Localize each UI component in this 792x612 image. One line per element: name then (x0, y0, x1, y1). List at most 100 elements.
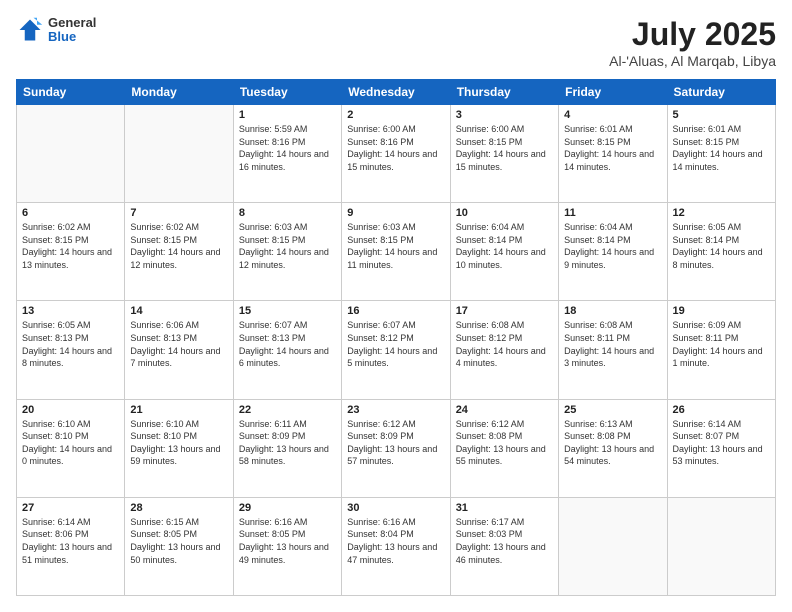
day-info: Sunrise: 6:02 AM Sunset: 8:15 PM Dayligh… (130, 221, 227, 271)
day-number: 5 (673, 109, 770, 121)
calendar-day-cell: 11 Sunrise: 6:04 AM Sunset: 8:14 PM Dayli… (559, 203, 667, 301)
day-number: 29 (239, 502, 336, 514)
month-year-title: July 2025 (609, 16, 776, 53)
calendar-day-cell: 10Sunrise: 6:04 AM Sunset: 8:14 PM Dayli… (450, 203, 558, 301)
calendar-header-cell: Friday (559, 80, 667, 105)
calendar-week-row: 20 Sunrise: 6:10 AM Sunset: 8:10 PM Dayli… (17, 399, 776, 497)
calendar-week-row: 1Sunrise: 5:59 AM Sunset: 8:16 PM Daylig… (17, 105, 776, 203)
day-info: Sunrise: 6:16 AM Sunset: 8:04 PM Dayligh… (347, 516, 444, 566)
calendar-header-row: SundayMondayTuesdayWednesdayThursdayFrid… (17, 80, 776, 105)
calendar-day-cell: 30 Sunrise: 6:16 AM Sunset: 8:04 PM Dayli… (342, 497, 450, 595)
day-number: 14 (130, 305, 227, 317)
day-info: Sunrise: 6:03 AM Sunset: 8:15 PM Dayligh… (239, 221, 336, 271)
calendar-body: 1Sunrise: 5:59 AM Sunset: 8:16 PM Daylig… (17, 105, 776, 596)
day-number: 28 (130, 502, 227, 514)
day-info: Sunrise: 6:17 AM Sunset: 8:03 PM Dayligh… (456, 516, 553, 566)
calendar-day-cell: 25 Sunrise: 6:13 AM Sunset: 8:08 PM Dayli… (559, 399, 667, 497)
day-info: Sunrise: 6:09 AM Sunset: 8:11 PM Dayligh… (673, 319, 770, 369)
calendar-table: SundayMondayTuesdayWednesdayThursdayFrid… (16, 79, 776, 596)
day-number: 8 (239, 207, 336, 219)
calendar-day-cell: 14 Sunrise: 6:06 AM Sunset: 8:13 PM Dayli… (125, 301, 233, 399)
day-number: 7 (130, 207, 227, 219)
day-number: 22 (239, 404, 336, 416)
calendar-day-cell: 31 Sunrise: 6:17 AM Sunset: 8:03 PM Dayli… (450, 497, 558, 595)
calendar-day-cell: 17 Sunrise: 6:08 AM Sunset: 8:12 PM Dayli… (450, 301, 558, 399)
day-info: Sunrise: 6:04 AM Sunset: 8:14 PM Dayligh… (456, 221, 553, 271)
day-number: 27 (22, 502, 119, 514)
day-info: Sunrise: 6:07 AM Sunset: 8:12 PM Dayligh… (347, 319, 444, 369)
calendar-day-cell: 1Sunrise: 5:59 AM Sunset: 8:16 PM Daylig… (233, 105, 341, 203)
day-number: 30 (347, 502, 444, 514)
day-number: 4 (564, 109, 661, 121)
day-info: Sunrise: 6:02 AM Sunset: 8:15 PM Dayligh… (22, 221, 119, 271)
day-info: Sunrise: 6:14 AM Sunset: 8:06 PM Dayligh… (22, 516, 119, 566)
calendar-day-cell: 9Sunrise: 6:03 AM Sunset: 8:15 PM Daylig… (342, 203, 450, 301)
calendar-header-cell: Thursday (450, 80, 558, 105)
calendar-header-cell: Sunday (17, 80, 125, 105)
day-number: 19 (673, 305, 770, 317)
location-subtitle: Al-'Aluas, Al Marqab, Libya (609, 53, 776, 69)
calendar-day-cell: 3 Sunrise: 6:00 AM Sunset: 8:15 PM Daylig… (450, 105, 558, 203)
calendar-header-cell: Wednesday (342, 80, 450, 105)
day-info: Sunrise: 6:01 AM Sunset: 8:15 PM Dayligh… (673, 123, 770, 173)
day-info: Sunrise: 6:01 AM Sunset: 8:15 PM Dayligh… (564, 123, 661, 173)
day-info: Sunrise: 6:13 AM Sunset: 8:08 PM Dayligh… (564, 418, 661, 468)
day-info: Sunrise: 6:08 AM Sunset: 8:12 PM Dayligh… (456, 319, 553, 369)
day-info: Sunrise: 6:12 AM Sunset: 8:09 PM Dayligh… (347, 418, 444, 468)
day-info: Sunrise: 6:11 AM Sunset: 8:09 PM Dayligh… (239, 418, 336, 468)
logo-text: General Blue (48, 16, 96, 45)
calendar-week-row: 6Sunrise: 6:02 AM Sunset: 8:15 PM Daylig… (17, 203, 776, 301)
calendar-header-cell: Saturday (667, 80, 775, 105)
day-info: Sunrise: 6:06 AM Sunset: 8:13 PM Dayligh… (130, 319, 227, 369)
calendar-day-cell: 7 Sunrise: 6:02 AM Sunset: 8:15 PM Daylig… (125, 203, 233, 301)
day-info: Sunrise: 6:10 AM Sunset: 8:10 PM Dayligh… (130, 418, 227, 468)
calendar-day-cell: 13 Sunrise: 6:05 AM Sunset: 8:13 PM Dayli… (17, 301, 125, 399)
day-number: 15 (239, 305, 336, 317)
calendar-day-cell: 24 Sunrise: 6:12 AM Sunset: 8:08 PM Dayli… (450, 399, 558, 497)
calendar-day-cell: 15Sunrise: 6:07 AM Sunset: 8:13 PM Dayli… (233, 301, 341, 399)
day-info: Sunrise: 6:14 AM Sunset: 8:07 PM Dayligh… (673, 418, 770, 468)
day-number: 24 (456, 404, 553, 416)
calendar-header-cell: Tuesday (233, 80, 341, 105)
day-number: 21 (130, 404, 227, 416)
calendar-day-cell: 22 Sunrise: 6:11 AM Sunset: 8:09 PM Dayli… (233, 399, 341, 497)
day-number: 20 (22, 404, 119, 416)
day-number: 16 (347, 305, 444, 317)
title-block: July 2025 Al-'Aluas, Al Marqab, Libya (609, 16, 776, 69)
day-info: Sunrise: 6:05 AM Sunset: 8:13 PM Dayligh… (22, 319, 119, 369)
day-number: 11 (564, 207, 661, 219)
logo: General Blue (16, 16, 96, 45)
day-number: 17 (456, 305, 553, 317)
day-number: 26 (673, 404, 770, 416)
day-info: Sunrise: 5:59 AM Sunset: 8:16 PM Dayligh… (239, 123, 336, 173)
day-info: Sunrise: 6:05 AM Sunset: 8:14 PM Dayligh… (673, 221, 770, 271)
calendar-day-cell: 4 Sunrise: 6:01 AM Sunset: 8:15 PM Daylig… (559, 105, 667, 203)
calendar-day-cell: 16 Sunrise: 6:07 AM Sunset: 8:12 PM Dayli… (342, 301, 450, 399)
day-info: Sunrise: 6:16 AM Sunset: 8:05 PM Dayligh… (239, 516, 336, 566)
day-info: Sunrise: 6:12 AM Sunset: 8:08 PM Dayligh… (456, 418, 553, 468)
day-number: 3 (456, 109, 553, 121)
calendar-day-cell (667, 497, 775, 595)
calendar-day-cell (559, 497, 667, 595)
day-number: 31 (456, 502, 553, 514)
calendar-day-cell: 27 Sunrise: 6:14 AM Sunset: 8:06 PM Dayli… (17, 497, 125, 595)
calendar-day-cell: 8 Sunrise: 6:03 AM Sunset: 8:15 PM Daylig… (233, 203, 341, 301)
day-info: Sunrise: 6:03 AM Sunset: 8:15 PM Dayligh… (347, 221, 444, 271)
calendar-week-row: 13 Sunrise: 6:05 AM Sunset: 8:13 PM Dayli… (17, 301, 776, 399)
day-number: 23 (347, 404, 444, 416)
calendar-week-row: 27 Sunrise: 6:14 AM Sunset: 8:06 PM Dayli… (17, 497, 776, 595)
page-header: General Blue July 2025 Al-'Aluas, Al Mar… (16, 16, 776, 69)
day-info: Sunrise: 6:08 AM Sunset: 8:11 PM Dayligh… (564, 319, 661, 369)
day-info: Sunrise: 6:00 AM Sunset: 8:15 PM Dayligh… (456, 123, 553, 173)
calendar-day-cell: 28 Sunrise: 6:15 AM Sunset: 8:05 PM Dayli… (125, 497, 233, 595)
day-info: Sunrise: 6:04 AM Sunset: 8:14 PM Dayligh… (564, 221, 661, 271)
calendar-day-cell: 23 Sunrise: 6:12 AM Sunset: 8:09 PM Dayli… (342, 399, 450, 497)
day-info: Sunrise: 6:15 AM Sunset: 8:05 PM Dayligh… (130, 516, 227, 566)
calendar-day-cell: 18Sunrise: 6:08 AM Sunset: 8:11 PM Dayli… (559, 301, 667, 399)
calendar-day-cell: 19 Sunrise: 6:09 AM Sunset: 8:11 PM Dayli… (667, 301, 775, 399)
day-number: 25 (564, 404, 661, 416)
day-number: 12 (673, 207, 770, 219)
calendar-day-cell: 5 Sunrise: 6:01 AM Sunset: 8:15 PM Daylig… (667, 105, 775, 203)
calendar-day-cell: 2Sunrise: 6:00 AM Sunset: 8:16 PM Daylig… (342, 105, 450, 203)
day-number: 13 (22, 305, 119, 317)
